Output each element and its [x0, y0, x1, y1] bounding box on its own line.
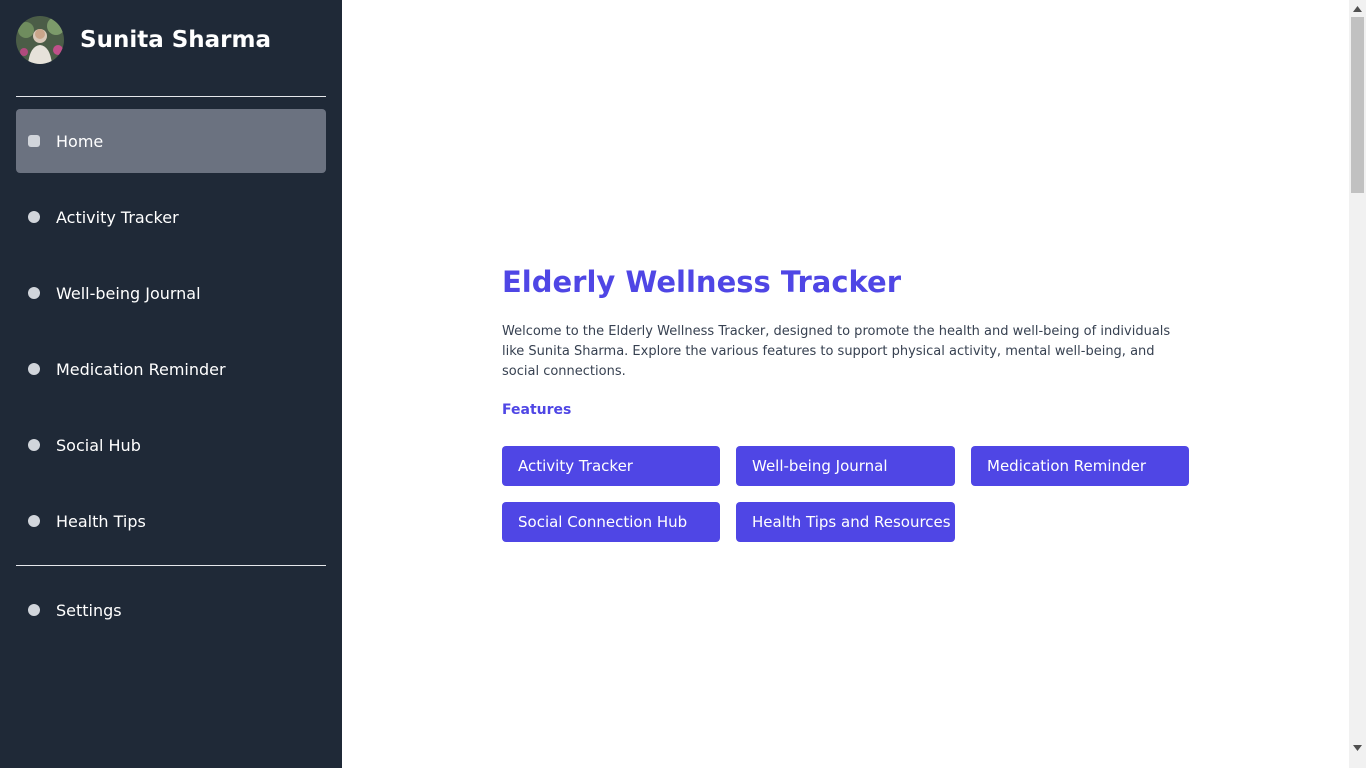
- sidebar-item-home[interactable]: Home: [16, 109, 326, 173]
- feature-button-grid: Activity Tracker Well-being Journal Medi…: [502, 446, 1189, 542]
- scroll-thumb[interactable]: [1351, 17, 1364, 193]
- social-connection-hub-button[interactable]: Social Connection Hub: [502, 502, 720, 542]
- sidebar-item-medication-reminder[interactable]: Medication Reminder: [16, 337, 326, 401]
- scroll-down-arrow-icon[interactable]: [1349, 739, 1366, 756]
- main-content: Elderly Wellness Tracker Welcome to the …: [342, 0, 1349, 768]
- profile-name: Sunita Sharma: [80, 27, 272, 53]
- user-photo-icon: [16, 16, 64, 64]
- circle-bullet-icon: [28, 439, 40, 451]
- page-title: Elderly Wellness Tracker: [502, 265, 901, 299]
- app-window: Sunita Sharma Home Activity Tracker Well…: [0, 0, 1366, 768]
- home-section: Elderly Wellness Tracker Welcome to the …: [502, 262, 1202, 542]
- sidebar-divider-top: [16, 96, 326, 97]
- sidebar: Sunita Sharma Home Activity Tracker Well…: [0, 0, 342, 768]
- medication-reminder-button[interactable]: Medication Reminder: [971, 446, 1189, 486]
- sidebar-item-label: Activity Tracker: [56, 207, 179, 227]
- sidebar-item-social-hub[interactable]: Social Hub: [16, 413, 326, 477]
- intro-text: Welcome to the Elderly Wellness Tracker,…: [502, 324, 1171, 379]
- sidebar-item-label: Social Hub: [56, 435, 141, 455]
- scroll-up-arrow-icon[interactable]: [1349, 0, 1366, 17]
- sidebar-item-label: Home: [56, 131, 104, 151]
- well-being-journal-button[interactable]: Well-being Journal: [736, 446, 955, 486]
- vertical-scrollbar[interactable]: [1349, 0, 1366, 768]
- sidebar-item-label: Health Tips: [56, 511, 146, 531]
- circle-bullet-icon: [28, 211, 40, 223]
- health-tips-resources-button[interactable]: Health Tips and Resources: [736, 502, 955, 542]
- sidebar-item-settings[interactable]: Settings: [16, 578, 326, 642]
- circle-bullet-icon: [28, 135, 40, 147]
- sidebar-divider-bottom: [16, 565, 326, 566]
- sidebar-item-label: Well-being Journal: [56, 283, 201, 303]
- sidebar-item-activity-tracker[interactable]: Activity Tracker: [16, 185, 326, 249]
- circle-bullet-icon: [28, 604, 40, 616]
- features-heading: Features: [502, 402, 572, 418]
- sidebar-item-health-tips[interactable]: Health Tips: [16, 489, 326, 553]
- sidebar-item-label: Medication Reminder: [56, 359, 226, 379]
- circle-bullet-icon: [28, 287, 40, 299]
- user-profile: Sunita Sharma: [16, 16, 271, 64]
- sidebar-item-well-being-journal[interactable]: Well-being Journal: [16, 261, 326, 325]
- circle-bullet-icon: [28, 515, 40, 527]
- sidebar-item-label: Settings: [56, 600, 122, 620]
- circle-bullet-icon: [28, 363, 40, 375]
- avatar[interactable]: [16, 16, 64, 64]
- activity-tracker-button[interactable]: Activity Tracker: [502, 446, 720, 486]
